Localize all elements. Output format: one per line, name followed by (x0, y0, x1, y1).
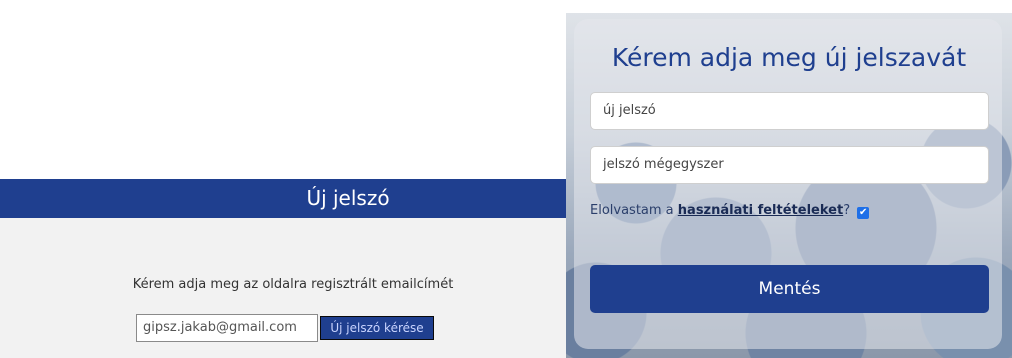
terms-link[interactable]: használati feltételeket (678, 203, 843, 218)
email-prompt: Kérem adja meg az oldalra regisztrált em… (132, 277, 454, 292)
terms-checkbox[interactable]: ✔ (857, 207, 870, 219)
terms-prefix: Elolvastam a (590, 203, 678, 218)
email-field[interactable]: gipsz.jakab@gmail.com (136, 314, 318, 342)
confirm-password-field[interactable]: jelszó mégegyszer (590, 146, 989, 184)
left-blank-area (0, 0, 566, 179)
checkmark-icon: ✔ (859, 207, 868, 218)
card-title: Kérem adja meg új jelszavát (611, 43, 967, 72)
page: Új jelszó Kérem adja meg az oldalra regi… (0, 0, 1012, 358)
new-password-panel: Kérem adja meg új jelszavát új jelszó je… (566, 13, 1012, 358)
save-button[interactable]: Mentés (590, 265, 989, 313)
email-value: gipsz.jakab@gmail.com (143, 320, 297, 335)
terms-suffix: ? (843, 203, 851, 218)
terms-row: Elolvastam a használati feltételeket? ✔ (590, 203, 870, 219)
reset-request-form: Kérem adja meg az oldalra regisztrált em… (0, 218, 566, 358)
new-password-field[interactable]: új jelszó (590, 92, 989, 130)
request-new-password-button[interactable]: Új jelszó kérése (320, 316, 434, 340)
banner-title: Új jelszó (0, 179, 566, 218)
